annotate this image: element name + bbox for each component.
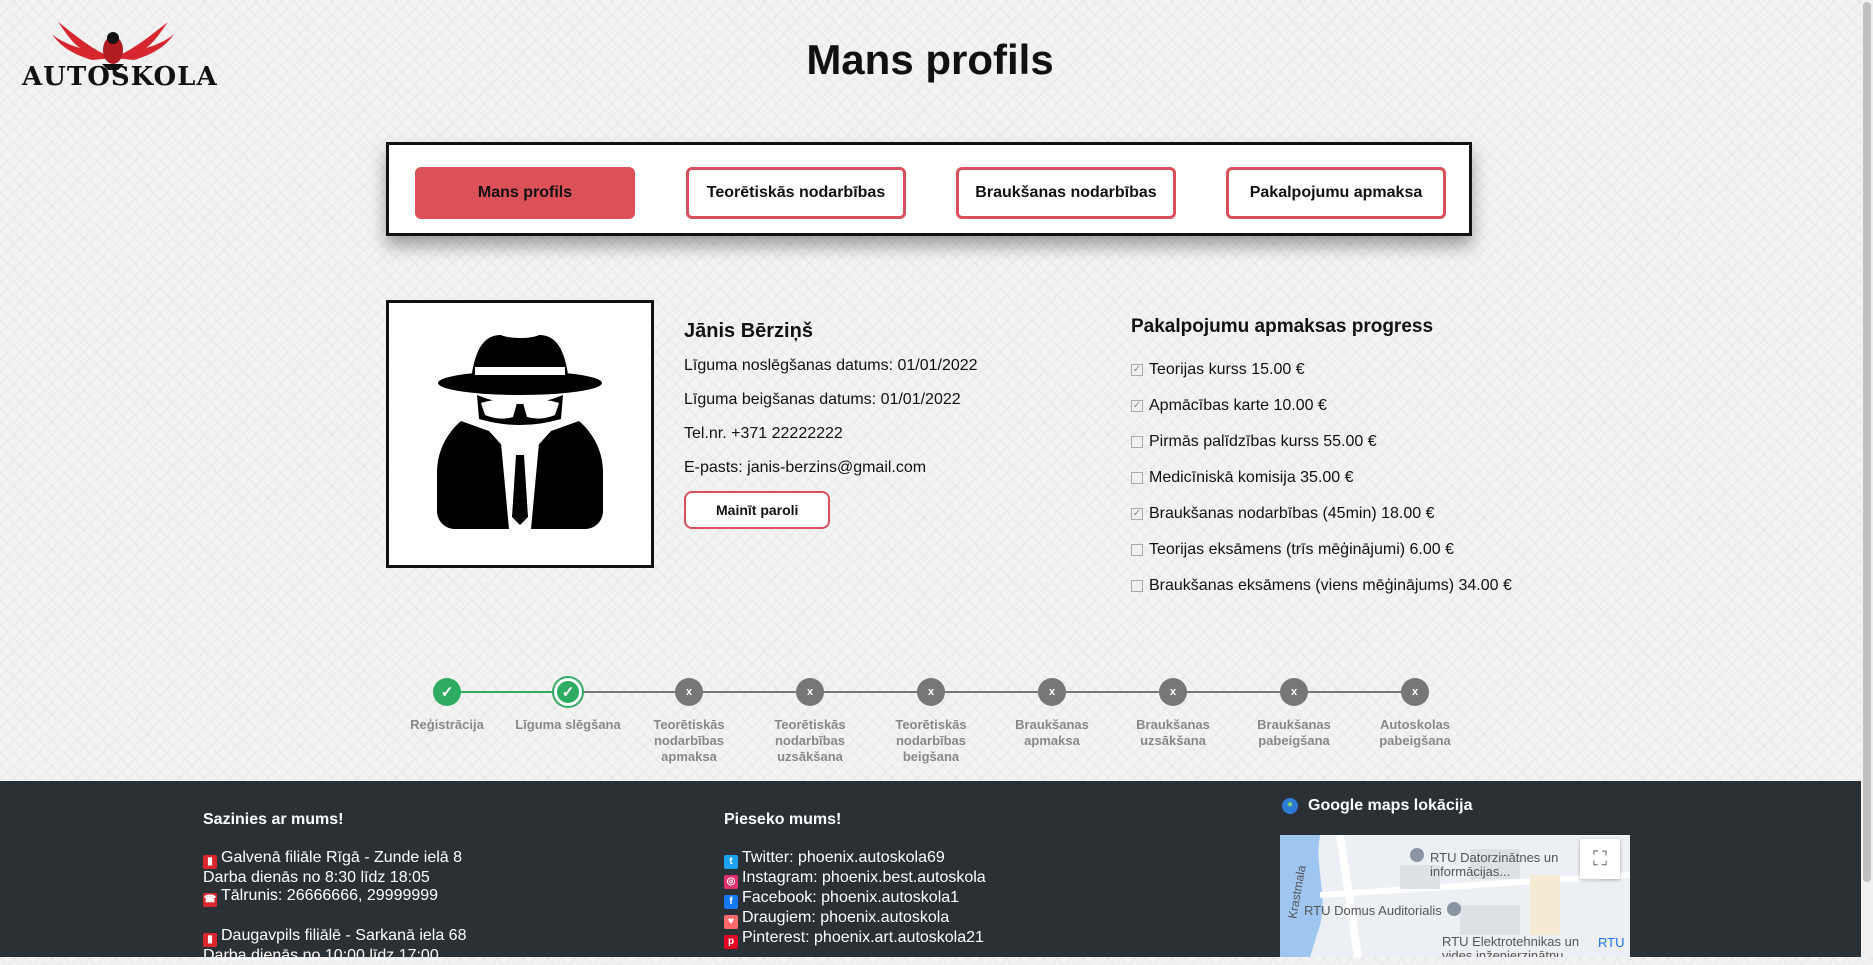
step-label: Braukšanas uzsākšana bbox=[1136, 717, 1210, 748]
step-label: Reģistrācija bbox=[410, 717, 484, 732]
payment-item-label: Teorijas eksāmens (trīs mēģinājumi) 6.00… bbox=[1149, 541, 1455, 558]
payment-item-label: Medicīniskā komisija 35.00 € bbox=[1149, 469, 1354, 486]
branch2-hours: Darba dienās no 10:00 līdz 17:00 bbox=[203, 947, 439, 964]
checkbox-checked[interactable]: ✓ bbox=[1131, 508, 1143, 520]
footer-map-heading: ● Google maps lokācija bbox=[1282, 797, 1473, 835]
payment-item-label: Braukšanas eksāmens (viens mēģinājums) 3… bbox=[1149, 577, 1512, 594]
map-label-rtu-elektrotehnikas: RTU Elektrotehnikas un vides inženierzin… bbox=[1442, 934, 1580, 958]
step-connector bbox=[568, 691, 689, 693]
change-password-button[interactable]: Mainīt paroli bbox=[684, 491, 831, 529]
twitter-link[interactable]: Twitter: phoenix.autoskola69 bbox=[742, 849, 945, 866]
branch1: Galvenā filiāle Rīgā - Zunde ielā 8 bbox=[221, 849, 463, 866]
contract-start: Līguma noslēgšanas datums: 01/01/2022 bbox=[684, 357, 978, 374]
step-current-icon: ✓ bbox=[554, 678, 582, 706]
globe-icon: ● bbox=[1282, 798, 1298, 814]
building-icon: ▮ bbox=[203, 855, 217, 869]
profile-name: Jānis Bērziņš bbox=[684, 320, 813, 342]
step-label: Teorētiskās nodarbības uzsākšana bbox=[774, 717, 846, 764]
fullscreen-icon[interactable]: ⛶ bbox=[1580, 839, 1620, 879]
step-done-icon: ✓ bbox=[433, 678, 461, 706]
avatar bbox=[386, 300, 654, 568]
step-todo-icon: x bbox=[1038, 678, 1066, 706]
payment-item: ✓ Braukšanas nodarbības (45min) 18.00 € bbox=[1131, 496, 1561, 532]
email: E-pasts: janis-berzins@gmail.com bbox=[684, 459, 927, 476]
contract-end: Līguma beigšanas datums: 01/01/2022 bbox=[684, 391, 961, 408]
step-connector bbox=[689, 691, 810, 693]
checkbox[interactable] bbox=[1131, 472, 1143, 484]
scrollbar[interactable] bbox=[1861, 0, 1873, 957]
step-label: Teorētiskās nodarbības apmaksa bbox=[653, 717, 725, 764]
footer-social: Pieseko mums! t Twitter: phoenix.autoskol… bbox=[724, 811, 986, 949]
step-connector bbox=[810, 691, 931, 693]
scrollbar-thumb[interactable] bbox=[1863, 2, 1871, 882]
payment-item: Pirmās palīdzības kurss 55.00 € bbox=[1131, 424, 1561, 460]
draugiem-link[interactable]: Draugiem: phoenix.autoskola bbox=[742, 909, 949, 926]
payment-item-label: Braukšanas nodarbības (45min) 18.00 € bbox=[1149, 505, 1435, 522]
step-label: Līguma slēgšana bbox=[515, 717, 621, 732]
draugiem-icon: ♥ bbox=[724, 915, 738, 929]
checkbox-checked[interactable]: ✓ bbox=[1131, 400, 1143, 412]
social-title: Pieseko mums! bbox=[724, 811, 842, 828]
profile-info: Jānis Bērziņš Līguma noslēgšanas datums:… bbox=[684, 320, 1084, 529]
checkbox[interactable] bbox=[1131, 544, 1143, 556]
phones: Tālrunis: 26666666, 29999999 bbox=[221, 887, 439, 904]
step-connector bbox=[1052, 691, 1173, 693]
footer-contact: Sazinies ar mums! ▮ Galvenā filiāle Rīgā … bbox=[203, 811, 466, 965]
payment-item: ✓ Apmācības karte 10.00 € bbox=[1131, 388, 1561, 424]
payment-item-label: Apmācības karte 10.00 € bbox=[1149, 397, 1327, 414]
tab-brauksanas-nodarbibas[interactable]: Braukšanas nodarbības bbox=[956, 167, 1176, 219]
instagram-link[interactable]: Instagram: phoenix.best.autoskola bbox=[742, 869, 986, 886]
map-title: Google maps lokācija bbox=[1308, 797, 1473, 814]
step-todo-icon: x bbox=[917, 678, 945, 706]
tab-pakalpojumu-apmaksa[interactable]: Pakalpojumu apmaksa bbox=[1226, 167, 1446, 219]
step-todo-icon: x bbox=[1159, 678, 1187, 706]
facebook-icon: f bbox=[724, 895, 738, 909]
payment-item: Braukšanas eksāmens (viens mēģinājums) 3… bbox=[1131, 568, 1561, 604]
checkbox[interactable] bbox=[1131, 436, 1143, 448]
checkbox[interactable] bbox=[1131, 580, 1143, 592]
tab-mans-profils[interactable]: Mans profils bbox=[415, 167, 635, 219]
tab-teoretiskas-nodarbibas[interactable]: Teorētiskās nodarbības bbox=[686, 167, 906, 219]
pinterest-icon: p bbox=[724, 935, 738, 949]
facebook-link[interactable]: Facebook: phoenix.autoskola1 bbox=[742, 889, 959, 906]
step-label: Teorētiskās nodarbības beigšana bbox=[895, 717, 967, 764]
spy-icon bbox=[437, 335, 603, 529]
step-label: Braukšanas apmaksa bbox=[1015, 717, 1089, 748]
building-icon: ▮ bbox=[203, 933, 217, 947]
step-todo-icon: x bbox=[675, 678, 703, 706]
step-connector bbox=[1173, 691, 1294, 693]
instagram-icon: ◎ bbox=[724, 875, 738, 889]
map-label-rtu-datorzinatnes: RTU Datorzinātnes un informācijas... bbox=[1430, 850, 1559, 879]
google-map[interactable]: Krastmala RTU Datorzinātnes un informāci… bbox=[1280, 835, 1630, 957]
map-label-rtu-domus: RTU Domus Auditorialis bbox=[1304, 903, 1442, 918]
profile-nav: Mans profils Teorētiskās nodarbības Brau… bbox=[386, 142, 1472, 236]
twitter-icon: t bbox=[724, 855, 738, 869]
checkbox-checked[interactable]: ✓ bbox=[1131, 364, 1143, 376]
payment-progress-title: Pakalpojumu apmaksas progress bbox=[1131, 316, 1434, 337]
step-label: Braukšanas pabeigšana bbox=[1257, 717, 1331, 748]
payment-item-label: Teorijas kurss 15.00 € bbox=[1149, 361, 1305, 378]
payment-progress: Pakalpojumu apmaksas progress ✓ Teorijas … bbox=[1131, 316, 1561, 604]
step-connector bbox=[931, 691, 1052, 693]
payment-item-label: Pirmās palīdzības kurss 55.00 € bbox=[1149, 433, 1377, 450]
phone: Tel.nr. +371 22222222 bbox=[684, 425, 843, 442]
phone-icon: ☎ bbox=[203, 893, 217, 907]
pinterest-link[interactable]: Pinterest: phoenix.art.autoskola21 bbox=[742, 929, 984, 946]
payment-item: Medicīniskā komisija 35.00 € bbox=[1131, 460, 1561, 496]
step-connector bbox=[447, 691, 568, 693]
branch1-hours: Darba dienās no 8:30 līdz 18:05 bbox=[203, 869, 430, 886]
step-connector bbox=[1294, 691, 1415, 693]
payment-item: Teorijas eksāmens (trīs mēģinājumi) 6.00… bbox=[1131, 532, 1561, 568]
step-todo-icon: x bbox=[796, 678, 824, 706]
contact-title: Sazinies ar mums! bbox=[203, 811, 344, 828]
branch2: Daugavpils filiālē - Sarkanā iela 68 bbox=[221, 927, 467, 944]
map-label-rtu: RTU bbox=[1598, 935, 1625, 950]
step-todo-icon: x bbox=[1401, 678, 1429, 706]
step-label: Autoskolas pabeigšana bbox=[1379, 717, 1451, 748]
page-title: Mans profils bbox=[806, 36, 1054, 83]
step-todo-icon: x bbox=[1280, 678, 1308, 706]
payment-item: ✓ Teorijas kurss 15.00 € bbox=[1131, 352, 1561, 388]
